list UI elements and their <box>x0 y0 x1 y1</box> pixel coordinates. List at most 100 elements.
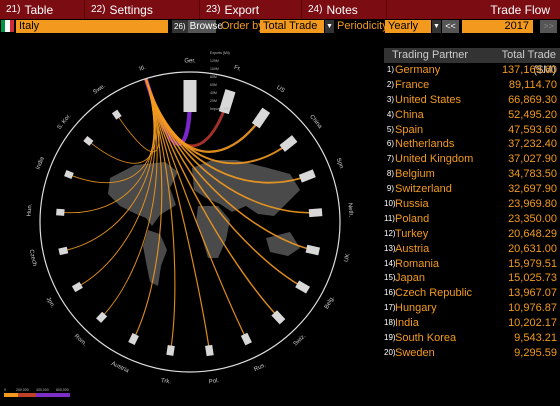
row-value: 13,967.07 <box>508 287 557 300</box>
table-row[interactable]: 19) South Korea 9,543.21 <box>384 331 560 346</box>
partner-bar[interactable] <box>308 208 323 218</box>
partner-bar[interactable] <box>83 135 94 146</box>
partner-bar[interactable] <box>64 170 74 179</box>
italy-flag-icon <box>1 20 14 32</box>
table-row[interactable]: 10) Russia 23,969.80 <box>384 197 560 212</box>
row-rank: 18) <box>384 318 396 328</box>
row-rank: 13) <box>384 243 396 253</box>
table-row[interactable]: 2) France 89,114.70 <box>384 78 560 93</box>
menu-notes-num: 24) <box>308 4 323 15</box>
menu-table[interactable]: 21) Table <box>0 0 85 19</box>
table-row[interactable]: 6) Netherlands 37,232.40 <box>384 137 560 152</box>
row-rank: 12) <box>384 228 396 238</box>
order-by-label: Order by <box>221 20 264 32</box>
table-row[interactable]: 12) Turkey 20,648.29 <box>384 227 560 242</box>
scale-label: 100M <box>210 67 219 71</box>
row-rank: 1) <box>386 65 394 74</box>
row-partner: United Kingdom <box>395 153 474 166</box>
row-partner: Sweden <box>395 346 435 359</box>
row-partner: China <box>395 108 424 121</box>
table-row[interactable]: 14) Romania 15,979.51 <box>384 257 560 272</box>
legend-segment-mid <box>18 393 36 397</box>
menu-export-num: 23) <box>206 4 221 15</box>
table-row[interactable]: 7) United Kingdom 37,027.90 <box>384 152 560 167</box>
browse-num: 26) <box>172 20 188 33</box>
table-row[interactable]: 18) India 10,202.17 <box>384 316 560 331</box>
scale-label: 60M <box>210 83 217 87</box>
country-label: Spn <box>335 157 344 169</box>
row-value: 10,976.87 <box>508 302 557 315</box>
prev-year-button[interactable]: << <box>442 20 459 33</box>
row-rank: 19) <box>384 333 396 343</box>
table-row[interactable]: 1) Germany 137,169.60 <box>384 63 560 78</box>
trade-flow-radial: Ger. Fr. US China Spn Neth. UK Belg. Swiz. Rus. Po… <box>4 51 353 397</box>
row-partner: France <box>395 78 430 91</box>
header-total-trade[interactable]: Total Trade ($M) <box>478 48 560 76</box>
table-row[interactable]: 20) Sweden 9,295.59 <box>384 346 560 361</box>
partner-bar[interactable] <box>111 109 122 120</box>
partner-bar[interactable] <box>305 244 321 256</box>
menu-notes[interactable]: 24) Notes <box>302 0 387 19</box>
menu-export[interactable]: 23) Export <box>200 0 302 19</box>
scale-label: 80M <box>210 75 217 79</box>
table-row[interactable]: 13) Austria 20,631.00 <box>384 242 560 257</box>
order-by-chevron-down-icon[interactable]: ▼ <box>325 20 334 33</box>
row-rank: 20) <box>384 347 396 357</box>
partner-bar[interactable] <box>240 332 252 346</box>
country-label: India <box>35 156 46 171</box>
row-rank: 10) <box>384 199 396 209</box>
scale-label: Imports (Mil) <box>210 107 229 111</box>
table-row[interactable]: 4) China 52,495.20 <box>384 108 560 123</box>
scale-label: 20M <box>210 99 217 103</box>
partner-bar[interactable] <box>128 333 139 346</box>
row-value: 32,697.90 <box>508 183 557 196</box>
row-value: 34,783.50 <box>508 168 557 181</box>
row-partner: Japan <box>395 272 425 285</box>
partner-bar[interactable] <box>183 80 197 112</box>
header-trading-partner[interactable]: Trading Partner <box>384 48 478 63</box>
row-partner: Turkey <box>395 227 429 240</box>
order-by-select[interactable]: Total Trade <box>260 20 324 33</box>
row-partner: Germany <box>395 64 441 76</box>
browse-button[interactable]: 26) Browse <box>172 20 223 33</box>
periodicity-chevron-down-icon[interactable]: ▼ <box>432 20 441 33</box>
menu-export-label: Export <box>224 2 260 17</box>
partner-bar[interactable] <box>298 169 316 183</box>
country-label: Ger. <box>184 59 196 65</box>
country-label: Itl. <box>139 65 147 73</box>
table-row[interactable]: 17) Hungary 10,976.87 <box>384 301 560 316</box>
table-row[interactable]: 11) Poland 23,350.00 <box>384 212 560 227</box>
legend-tick-0: 0 <box>4 388 6 392</box>
row-rank: 15) <box>384 273 396 283</box>
table-row[interactable]: 8) Belgium 34,783.50 <box>384 167 560 182</box>
country-input[interactable]: Italy <box>16 20 168 33</box>
table-row[interactable]: 5) Spain 47,593.60 <box>384 123 560 138</box>
country-label: UK <box>344 253 352 262</box>
menu-settings[interactable]: 22) Settings <box>85 0 200 19</box>
partner-bar[interactable] <box>166 345 175 356</box>
partner-bar[interactable] <box>295 280 311 294</box>
row-rank: 5) <box>386 124 394 134</box>
table-row[interactable]: 15) Japan 15,025.73 <box>384 271 560 286</box>
row-partner: Russia <box>395 198 429 211</box>
partner-bar[interactable] <box>58 246 69 256</box>
partner-bar[interactable] <box>71 281 83 293</box>
year-input[interactable]: 2017 <box>462 20 533 33</box>
row-partner: South Korea <box>395 332 457 345</box>
table-row[interactable]: 9) Switzerland 32,697.90 <box>384 182 560 197</box>
periodicity-select[interactable]: Yearly <box>385 20 431 33</box>
table-row[interactable]: 3) United States 66,869.30 <box>384 93 560 108</box>
row-value: 23,350.00 <box>508 212 557 225</box>
next-year-button[interactable]: >> <box>540 20 557 33</box>
country-label: Swiz. <box>293 333 308 347</box>
row-rank: 4) <box>386 109 394 119</box>
row-value: 10,202.17 <box>508 317 557 330</box>
partner-bar[interactable] <box>279 135 298 152</box>
partner-bar[interactable] <box>205 344 214 357</box>
row-partner: Belgium <box>395 168 435 181</box>
partner-bar[interactable] <box>56 208 65 216</box>
row-value: 137,169.60 <box>501 64 557 76</box>
row-value: 52,495.20 <box>508 108 557 121</box>
scale-label: 120M <box>210 59 219 63</box>
table-row[interactable]: 16) Czech Republic 13,967.07 <box>384 286 560 301</box>
